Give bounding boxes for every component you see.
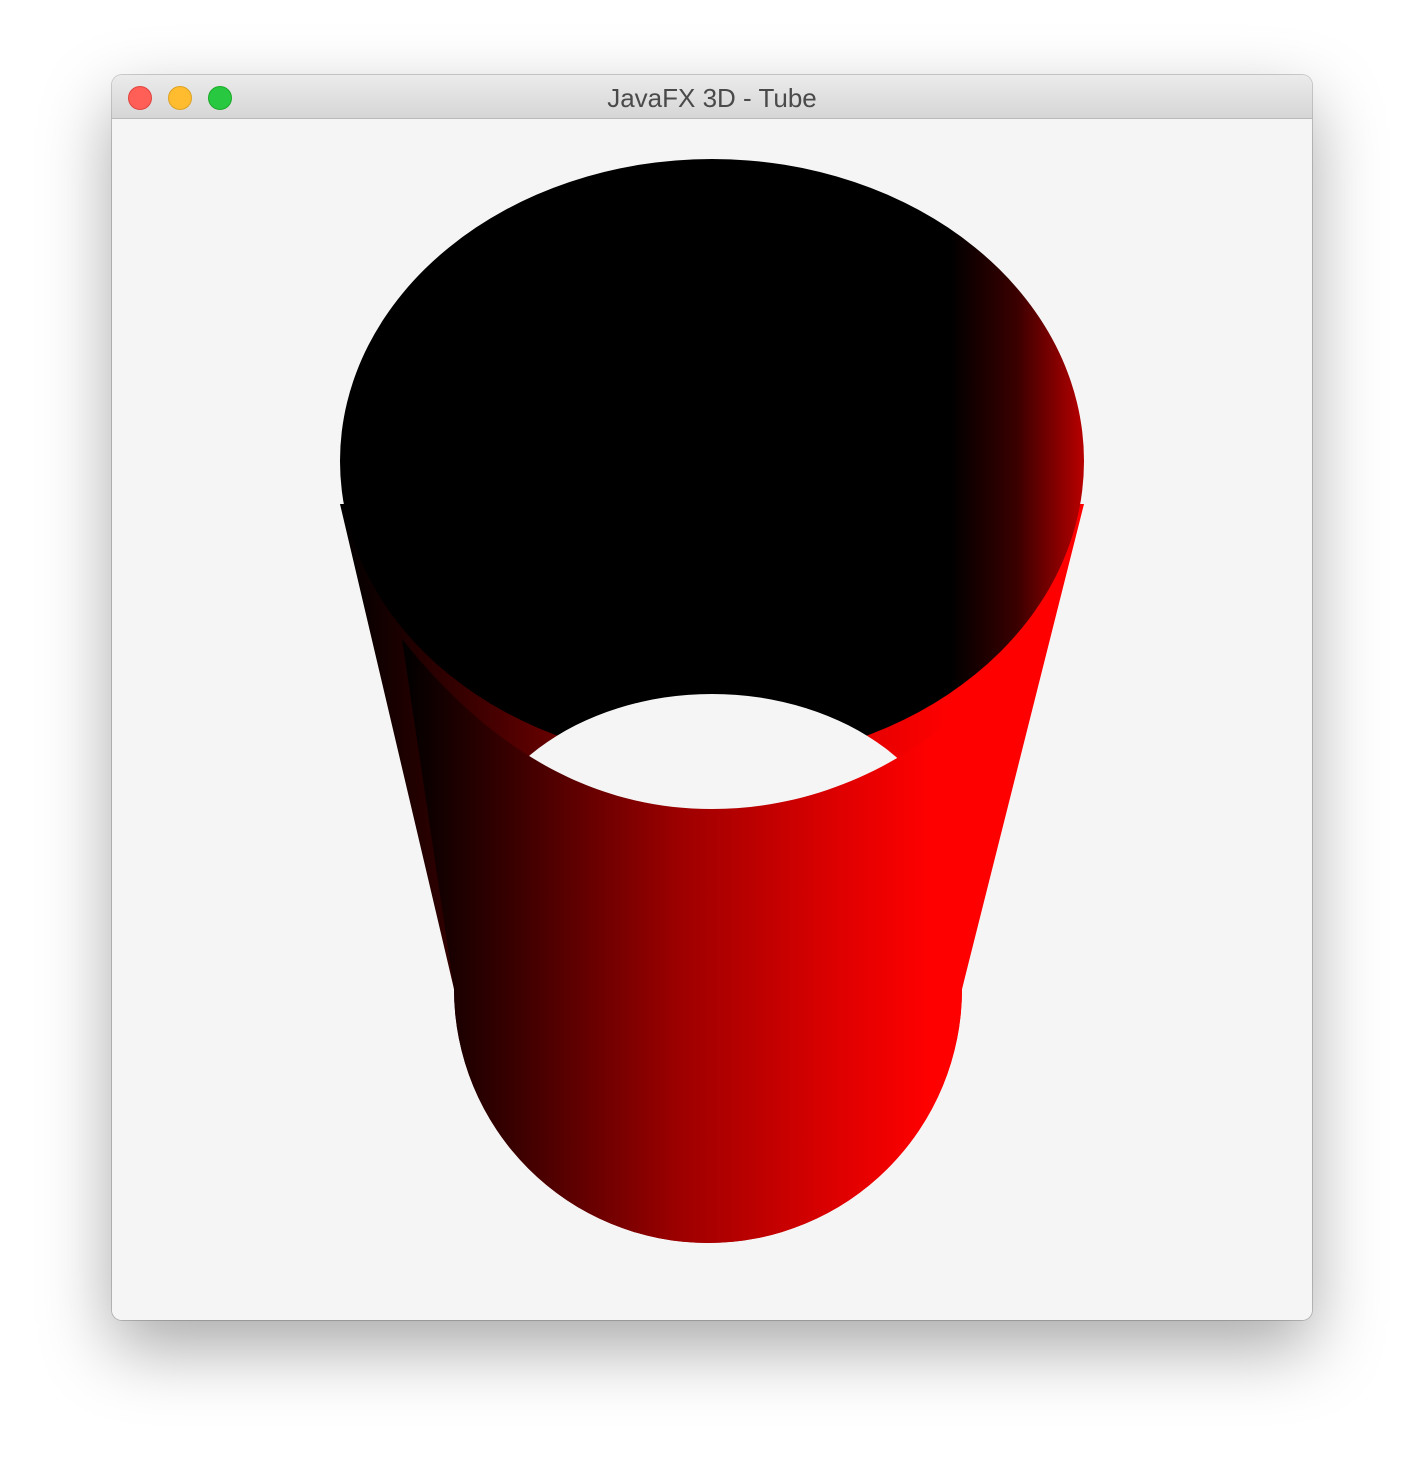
tube-inner-cavity — [340, 159, 1084, 763]
minimize-button[interactable] — [168, 86, 192, 110]
zoom-button[interactable] — [208, 86, 232, 110]
app-window: JavaFX 3D - Tube — [112, 75, 1312, 1320]
close-button[interactable] — [128, 86, 152, 110]
tube-3d-scene[interactable] — [112, 119, 1312, 1320]
title-bar[interactable]: JavaFX 3D - Tube — [112, 75, 1312, 119]
window-title: JavaFX 3D - Tube — [607, 83, 817, 113]
scene-viewport[interactable] — [112, 119, 1312, 1320]
